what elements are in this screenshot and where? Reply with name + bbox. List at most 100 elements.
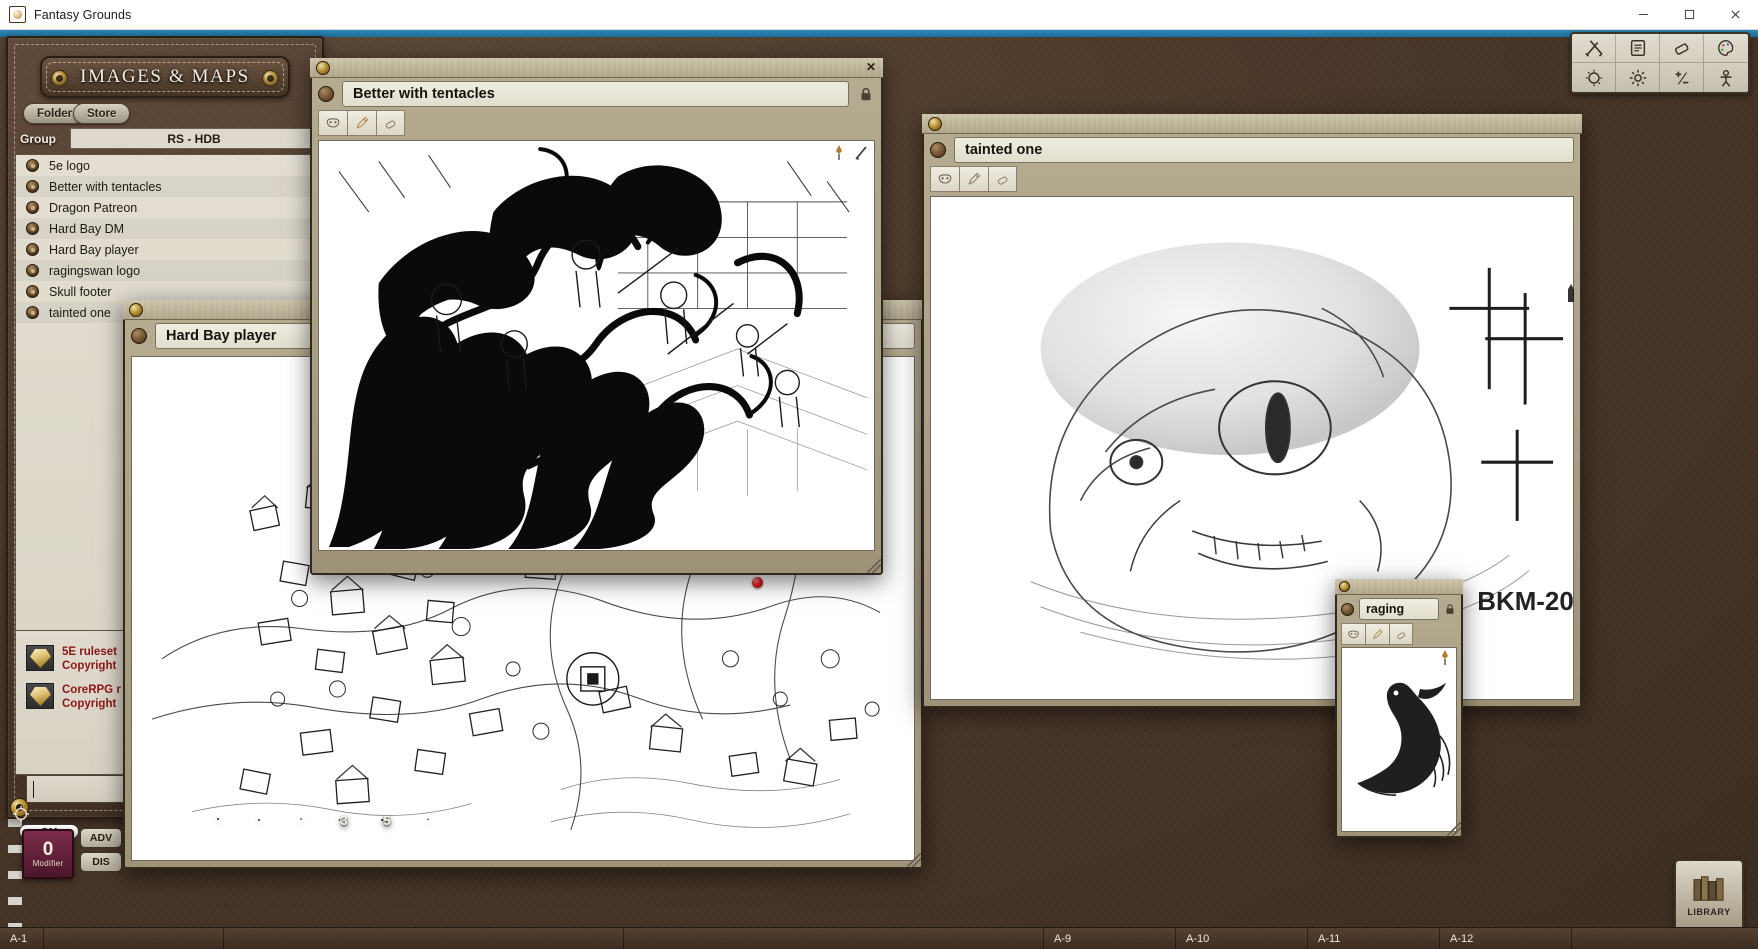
mask-icon[interactable] <box>930 166 959 192</box>
die-d4[interactable] <box>410 800 446 838</box>
ruler-icon[interactable] <box>854 145 868 161</box>
status-cell[interactable] <box>624 928 1044 949</box>
status-cell[interactable]: A-12 <box>1440 928 1572 949</box>
gear-icon[interactable] <box>1616 63 1660 92</box>
store-button[interactable]: Store <box>73 103 130 124</box>
eraser-icon[interactable] <box>376 110 405 136</box>
palette-icon[interactable] <box>1704 34 1748 63</box>
advantage-controls: ADV DIS <box>80 828 122 876</box>
window-knob-icon[interactable] <box>129 303 143 317</box>
text-caret <box>33 781 34 798</box>
list-item[interactable]: 5e logo <box>16 155 318 176</box>
dice-tray: 3 5 <box>198 788 448 844</box>
list-item[interactable]: ragingswan logo <box>16 260 318 281</box>
copyright-text: 5E ruleset Copyright <box>62 645 117 673</box>
die-d10[interactable] <box>282 798 320 840</box>
minimize-button[interactable] <box>1620 0 1666 30</box>
modifier-value: 0 <box>43 840 54 859</box>
status-cell[interactable] <box>44 928 224 949</box>
list-item[interactable]: Skull footer <box>16 281 318 302</box>
resize-handle[interactable] <box>1447 822 1461 836</box>
image-canvas[interactable] <box>1341 647 1457 832</box>
eraser-icon[interactable] <box>1660 34 1704 63</box>
window-ragingswan[interactable]: raging <box>1335 579 1463 838</box>
window-title-knob-icon[interactable] <box>930 142 946 158</box>
pencil-icon[interactable] <box>347 110 376 136</box>
pencil-icon[interactable] <box>1365 623 1389 645</box>
window-topbar[interactable]: ✕ <box>310 58 883 78</box>
die-d20[interactable] <box>198 798 238 840</box>
image-bullet-icon <box>26 159 39 172</box>
window-knob-icon[interactable] <box>928 117 942 131</box>
window-knob-icon[interactable] <box>1339 581 1350 592</box>
pin-icon[interactable] <box>832 145 846 161</box>
window-title-knob-icon[interactable] <box>131 328 147 344</box>
window-title-row: tainted one <box>930 136 1574 164</box>
image-canvas[interactable] <box>318 140 875 551</box>
window-tainted-one[interactable]: tainted one <box>922 114 1582 708</box>
status-cell[interactable]: A-10 <box>1176 928 1308 949</box>
application-root: Fantasy Grounds IMAGES & MAPS Folde <box>0 0 1758 949</box>
resize-handle[interactable] <box>867 559 881 573</box>
close-button[interactable] <box>1712 0 1758 30</box>
die-d12[interactable] <box>240 800 278 840</box>
advantage-button[interactable]: ADV <box>80 828 122 848</box>
os-title-bar: Fantasy Grounds <box>0 0 1758 30</box>
image-bullet-icon <box>26 306 39 319</box>
resize-handle[interactable] <box>907 853 921 867</box>
lock-icon[interactable] <box>857 85 875 103</box>
window-toolbar <box>318 110 405 136</box>
window-title[interactable]: Better with tentacles <box>342 81 849 107</box>
eraser-icon[interactable] <box>1389 623 1413 645</box>
group-value[interactable]: RS - HDB <box>70 128 318 149</box>
targeting-icon[interactable] <box>12 805 30 823</box>
pin-icon[interactable] <box>1438 650 1452 666</box>
lock-icon[interactable] <box>1443 602 1457 616</box>
modifier-box[interactable]: 0 Modifier <box>22 829 74 879</box>
library-label: LIBRARY <box>1687 907 1730 917</box>
group-filter-row: Group RS - HDB <box>16 128 318 149</box>
window-title[interactable]: tainted one <box>954 137 1574 163</box>
status-cell[interactable] <box>224 928 624 949</box>
panel-title: IMAGES & MAPS <box>80 66 250 88</box>
die-d8[interactable]: 3 <box>324 800 362 840</box>
copyright-text: CoreRPG r Copyright <box>62 683 121 711</box>
list-item[interactable]: Hard Bay DM <box>16 218 318 239</box>
library-button[interactable]: LIBRARY <box>1674 859 1744 931</box>
mask-icon[interactable] <box>1341 623 1365 645</box>
maximize-button[interactable] <box>1666 0 1712 30</box>
plaque-rivet-left <box>51 70 68 87</box>
disadvantage-button[interactable]: DIS <box>80 852 122 872</box>
image-canvas[interactable]: BKM-20 <box>930 196 1574 700</box>
window-title-knob-icon[interactable] <box>318 86 334 102</box>
list-item[interactable]: Hard Bay player <box>16 239 318 260</box>
pencil-icon[interactable] <box>959 166 988 192</box>
status-cell[interactable]: A-11 <box>1308 928 1440 949</box>
status-cell[interactable]: A-9 <box>1044 928 1176 949</box>
crossed-swords-icon[interactable] <box>1572 34 1616 63</box>
day-night-icon[interactable] <box>1572 63 1616 92</box>
plus-minus-icon[interactable] <box>1660 63 1704 92</box>
close-icon[interactable]: ✕ <box>864 61 878 75</box>
info-panel-icon[interactable] <box>1616 34 1660 63</box>
window-topbar[interactable] <box>1335 579 1463 595</box>
list-item-label: Dragon Patreon <box>49 201 137 215</box>
die-d6[interactable]: 5 <box>370 804 402 836</box>
window-title-row: Better with tentacles <box>318 80 875 108</box>
window-title-row: raging <box>1341 597 1457 621</box>
window-knob-icon[interactable] <box>316 61 330 75</box>
window-title[interactable]: raging <box>1359 598 1439 620</box>
image-bullet-icon <box>26 180 39 193</box>
list-item[interactable]: Better with tentacles <box>16 176 318 197</box>
eraser-icon[interactable] <box>988 166 1017 192</box>
status-bar: A-1 A-9 A-10 A-11 A-12 <box>0 927 1758 949</box>
status-cell[interactable]: A-1 <box>0 928 44 949</box>
list-item[interactable]: Dragon Patreon <box>16 197 318 218</box>
window-title-knob-icon[interactable] <box>1341 603 1354 616</box>
character-icon[interactable] <box>1704 63 1748 92</box>
map-pin[interactable] <box>752 577 763 588</box>
top-right-toolbar <box>1570 32 1750 94</box>
window-topbar[interactable] <box>922 114 1582 134</box>
mask-icon[interactable] <box>318 110 347 136</box>
window-better-with-tentacles[interactable]: ✕ Better with tentacles <box>310 58 883 575</box>
